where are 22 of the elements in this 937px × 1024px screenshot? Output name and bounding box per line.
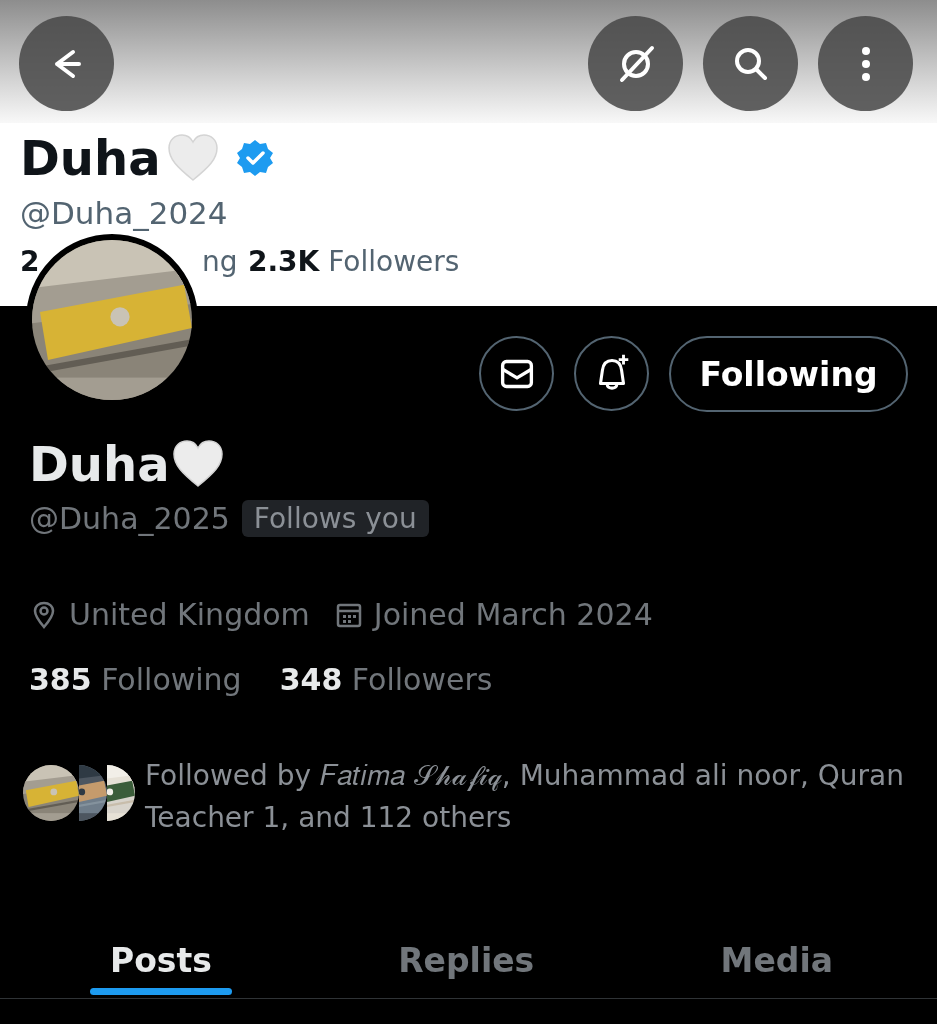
joined-date: Joined March 2024 (373, 597, 653, 632)
following-button[interactable]: Following (669, 336, 908, 412)
profile-name: Duha (20, 130, 161, 186)
profile-name: Duha (29, 436, 170, 492)
profile-tab[interactable]: Media (700, 910, 853, 998)
followed-by-text[interactable]: Followed by 𝐹𝑎𝑡𝑖𝑚𝑎 𝒮𝒽𝒶𝒻𝒾𝓆, Muhammad ali noor, Quran Teacher 1, and 112 others (145, 755, 908, 839)
profile-handle: @Duha_2025 (29, 501, 230, 536)
following-count: 2 (20, 245, 40, 278)
profile-tab[interactable]: Replies (378, 910, 555, 998)
heart-icon (166, 133, 219, 183)
followers-stat[interactable]: 348 Followers (279, 662, 493, 697)
heart-icon (171, 439, 224, 489)
followers-stat[interactable]: 2.3K Followers (248, 245, 460, 278)
follower-avatar[interactable] (107, 765, 135, 821)
following-stat[interactable]: 385 Following (29, 662, 242, 697)
location-text: United Kingdom (69, 597, 310, 632)
profile-handle: @Duha_2024 (20, 195, 229, 231)
profile-tab[interactable]: Posts (90, 910, 232, 998)
follower-avatar[interactable] (79, 765, 107, 821)
following-label: ng (202, 245, 238, 278)
follows-you-badge: Follows you (241, 500, 429, 537)
more-icon (860, 46, 871, 81)
